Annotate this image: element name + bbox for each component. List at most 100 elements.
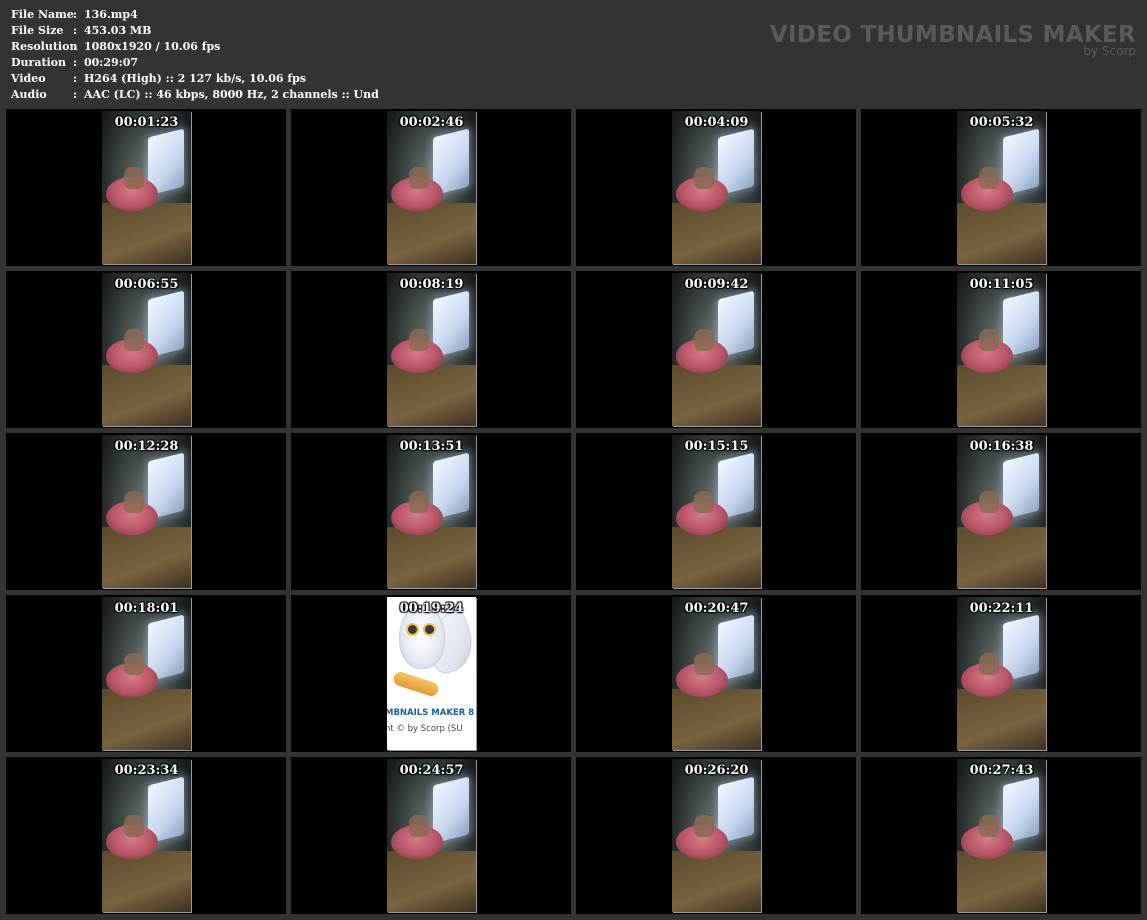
info-key: Resolution [11, 40, 78, 53]
frame-floor [672, 527, 761, 588]
info-key: File Name [11, 8, 74, 21]
info-value: 00:29:07 [84, 56, 139, 69]
thumbnail-timestamp: 00:12:28 [114, 439, 179, 454]
frame-floor [957, 689, 1046, 750]
frame-floor [957, 527, 1046, 588]
frame-figure [979, 491, 999, 513]
thumbnail-cell: 00:05:32 [861, 109, 1141, 266]
thumbnail-cell: 00:27:43 [861, 757, 1141, 914]
frame-floor [102, 365, 191, 426]
file-info-list: File Name: 136.mp4 File Size:453.03 MB Reso… [11, 7, 379, 103]
frame-figure [124, 329, 144, 351]
frame-floor [672, 851, 761, 912]
frame-floor [957, 203, 1046, 264]
video-frame-image [672, 273, 761, 426]
frame-figure [979, 653, 999, 675]
info-separator: : [73, 8, 78, 21]
thumbnail-cell: 00:13:51 [291, 433, 571, 590]
owl-logo-text: MBNAILS MAKER 8 [387, 708, 475, 718]
frame-figure [124, 167, 144, 189]
video-frame-image [672, 759, 761, 912]
frame-figure [409, 167, 429, 189]
frame-figure [124, 815, 144, 837]
frame-figure [409, 329, 429, 351]
frame-floor [672, 689, 761, 750]
frame-figure [694, 329, 714, 351]
frame-figure [979, 815, 999, 837]
video-frame-image [957, 759, 1046, 912]
thumbnail-timestamp: 00:09:42 [684, 277, 749, 292]
owl-copyright-text: nt © by Scorp (SU [387, 724, 463, 734]
video-frame-image [102, 597, 191, 750]
info-row: Audio: AAC (LC) :: 46 kbps, 8000 Hz, 2 ch… [11, 87, 379, 103]
frame-floor [957, 851, 1046, 912]
thumbnail-timestamp: 00:05:32 [969, 115, 1034, 130]
scroll-icon [391, 670, 441, 698]
thumbnail-cell: 00:09:42 [576, 271, 856, 428]
thumbnail-timestamp: 00:01:23 [114, 115, 179, 130]
frame-floor [102, 203, 191, 264]
video-frame-image [102, 111, 191, 264]
thumbnail-timestamp: 00:15:15 [684, 439, 749, 454]
video-frame-image [387, 759, 476, 912]
info-key: Video [11, 72, 46, 85]
video-frame-image [957, 273, 1046, 426]
thumbnail-timestamp: 00:22:11 [969, 601, 1034, 616]
thumbnail-timestamp: 00:19:24 [399, 601, 464, 616]
video-frame-image [102, 759, 191, 912]
thumbnail-cell: 00:04:09 [576, 109, 856, 266]
video-frame-image [672, 597, 761, 750]
frame-floor [387, 851, 476, 912]
thumbnail-cell: 00:18:01 [6, 595, 286, 752]
video-frame-image [102, 435, 191, 588]
frame-floor [387, 365, 476, 426]
frame-figure [694, 653, 714, 675]
frame-floor [102, 689, 191, 750]
video-frame-image [957, 597, 1046, 750]
frame-figure [694, 815, 714, 837]
thumbnail-cell: 00:23:34 [6, 757, 286, 914]
info-separator: : [73, 40, 78, 53]
video-frame-image [387, 111, 476, 264]
frame-floor [672, 365, 761, 426]
thumbnail-cell: 00:02:46 [291, 109, 571, 266]
thumbnail-timestamp: 00:11:05 [969, 277, 1034, 292]
info-row: Video: H264 (High) :: 2 127 kb/s, 10.06 f… [11, 71, 379, 87]
owl-eye-icon [423, 623, 436, 636]
brand-title: VIDEO THUMBNAILS MAKER [769, 22, 1136, 48]
info-value: 136.mp4 [84, 8, 138, 21]
thumbnail-timestamp: 00:04:09 [684, 115, 749, 130]
info-value: H264 (High) :: 2 127 kb/s, 10.06 fps [84, 72, 306, 85]
thumbnail-timestamp: 00:23:34 [114, 763, 179, 778]
info-row: File Size:453.03 MB [11, 23, 379, 39]
thumbnail-timestamp: 00:24:57 [399, 763, 464, 778]
thumbnail-cell: 00:15:15 [576, 433, 856, 590]
owl-logo-frame: MBNAILS MAKER 8 nt © by Scorp (SU [387, 597, 476, 750]
info-row: Duration:00:29:07 [11, 55, 379, 71]
info-value: 1080x1920 / 10.06 fps [84, 40, 221, 53]
thumbnail-cell: 00:26:20 [576, 757, 856, 914]
thumbnail-cell: 00:08:19 [291, 271, 571, 428]
owl-eye-icon [406, 623, 419, 636]
thumbnail-grid: 00:01:23 00:02:46 00:04:09 00:05:32 00:06:55… [6, 109, 1141, 914]
sheet-header: File Name: 136.mp4 File Size:453.03 MB Reso… [0, 0, 1147, 108]
frame-figure [409, 815, 429, 837]
info-separator: : [73, 88, 78, 101]
thumbnail-timestamp: 00:18:01 [114, 601, 179, 616]
thumbnail-timestamp: 00:16:38 [969, 439, 1034, 454]
frame-floor [672, 203, 761, 264]
thumbnail-cell: 00:16:38 [861, 433, 1141, 590]
thumbnail-cell: 00:12:28 [6, 433, 286, 590]
video-frame-image [387, 435, 476, 588]
thumbnail-timestamp: 00:13:51 [399, 439, 464, 454]
video-frame-image [102, 273, 191, 426]
info-key: File Size [11, 24, 64, 37]
info-value: 453.03 MB [84, 24, 152, 37]
thumbnail-cell: 00:24:57 [291, 757, 571, 914]
info-row: Resolution: 1080x1920 / 10.06 fps [11, 39, 379, 55]
frame-floor [387, 203, 476, 264]
thumbnail-cell: 00:01:23 [6, 109, 286, 266]
frame-figure [694, 167, 714, 189]
frame-floor [102, 851, 191, 912]
thumbnail-cell: 00:06:55 [6, 271, 286, 428]
